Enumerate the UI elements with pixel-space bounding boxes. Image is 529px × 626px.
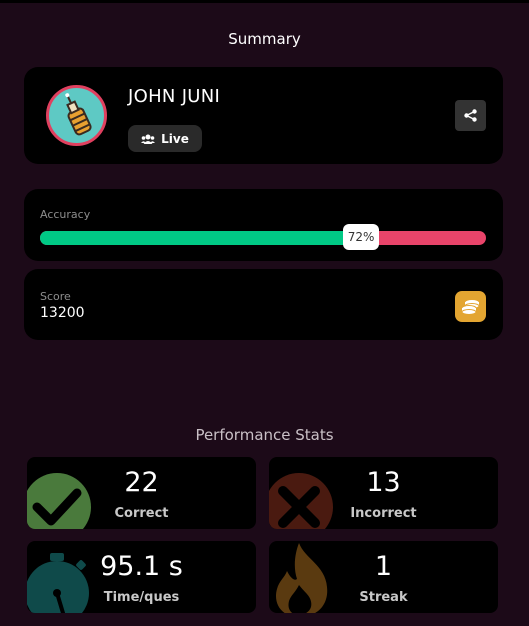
- live-status-badge[interactable]: Live: [128, 125, 202, 152]
- stat-correct: 22 Correct: [27, 457, 256, 529]
- stat-correct-value: 22: [124, 467, 159, 498]
- user-name: JOHN JUNI: [128, 86, 221, 107]
- page-title: Summary: [228, 30, 301, 48]
- accuracy-card: Accuracy 72%: [24, 189, 503, 261]
- potion-bottle-icon: [65, 93, 92, 136]
- stat-incorrect: 13 Incorrect: [269, 457, 498, 529]
- stat-time-label: Time/ques: [103, 590, 180, 605]
- share-icon: [464, 109, 477, 122]
- accuracy-label: Accuracy: [40, 208, 91, 221]
- stat-incorrect-value: 13: [366, 467, 401, 498]
- live-status-label: Live: [161, 131, 189, 146]
- stat-correct-label: Correct: [114, 506, 169, 521]
- coins-button[interactable]: [455, 291, 486, 322]
- accuracy-value: 72%: [343, 224, 380, 250]
- accuracy-bar-fill: [40, 231, 362, 245]
- share-button[interactable]: [455, 100, 486, 131]
- score-label: Score: [40, 290, 71, 303]
- profile-card: JOHN JUNI Live: [24, 67, 503, 164]
- accuracy-bar: [40, 231, 486, 245]
- stat-streak-value: 1: [374, 551, 393, 582]
- score-card: Score 13200: [24, 269, 503, 340]
- stat-time-value: 95.1 s: [100, 551, 183, 582]
- stat-streak: 1 Streak: [269, 541, 498, 613]
- stat-time-per-question: 95.1 s Time/ques: [27, 541, 256, 613]
- users-icon: [141, 134, 156, 144]
- score-value: 13200: [40, 305, 85, 321]
- coins-icon: [461, 298, 479, 315]
- stat-incorrect-label: Incorrect: [350, 506, 417, 521]
- performance-stats-title: Performance Stats: [195, 426, 334, 444]
- avatar: [46, 85, 107, 146]
- stat-streak-label: Streak: [359, 590, 408, 605]
